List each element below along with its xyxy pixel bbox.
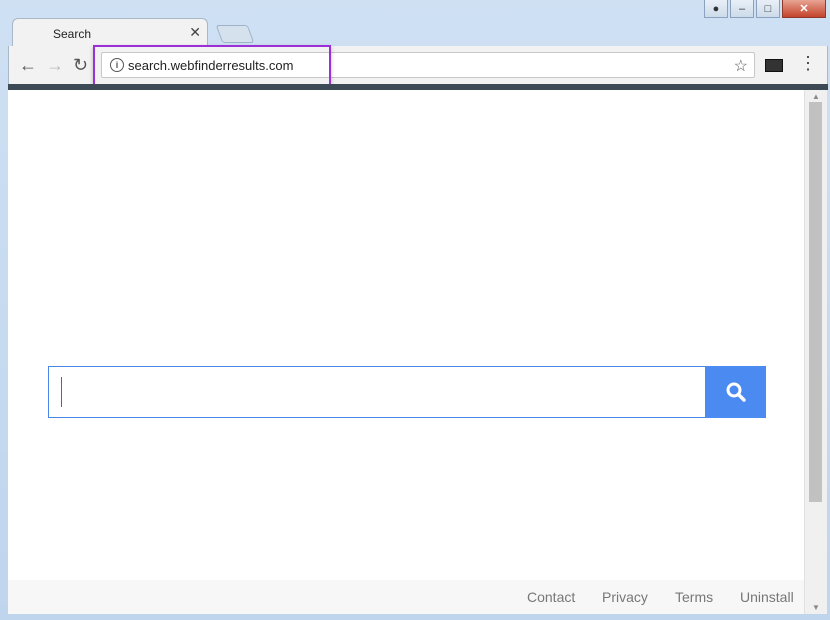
tab-close-icon[interactable]: ✕ [189,25,201,39]
browser-window: ● – □ ✕ Search ✕ ← → ↻ i search.webfinde… [0,0,830,620]
cast-icon[interactable] [765,59,783,72]
star-icon[interactable]: ☆ [734,56,748,76]
reload-icon[interactable]: ↻ [73,56,88,74]
page-content: Contact Privacy Terms Uninstall [8,90,804,614]
footer-link-uninstall[interactable]: Uninstall [740,589,794,605]
footer: Contact Privacy Terms Uninstall [8,580,804,614]
new-tab-button[interactable] [215,25,255,43]
close-icon[interactable]: ✕ [782,0,826,18]
maximize-icon[interactable]: □ [756,0,780,18]
minimize-icon[interactable]: – [730,0,754,18]
search-button[interactable] [705,366,766,418]
scroll-down-icon[interactable]: ▼ [812,603,820,612]
scroll-thumb[interactable] [809,102,822,502]
menu-icon[interactable]: ⋮ [799,54,817,72]
vertical-scrollbar[interactable]: ▲ ▼ [804,90,827,614]
scroll-up-icon[interactable]: ▲ [812,92,820,101]
tab-title: Search [53,27,92,41]
tab-search[interactable]: Search ✕ [12,18,208,46]
footer-link-contact[interactable]: Contact [527,589,575,605]
back-icon[interactable]: ← [19,56,37,74]
search-icon [726,382,746,402]
user-icon[interactable]: ● [704,0,728,18]
url-highlight-box [93,45,331,89]
window-controls: ● – □ ✕ [704,0,826,18]
forward-icon[interactable]: → [46,56,64,74]
footer-link-terms[interactable]: Terms [675,589,713,605]
text-caret [61,377,62,407]
search-input[interactable] [48,366,706,418]
footer-link-privacy[interactable]: Privacy [602,589,648,605]
